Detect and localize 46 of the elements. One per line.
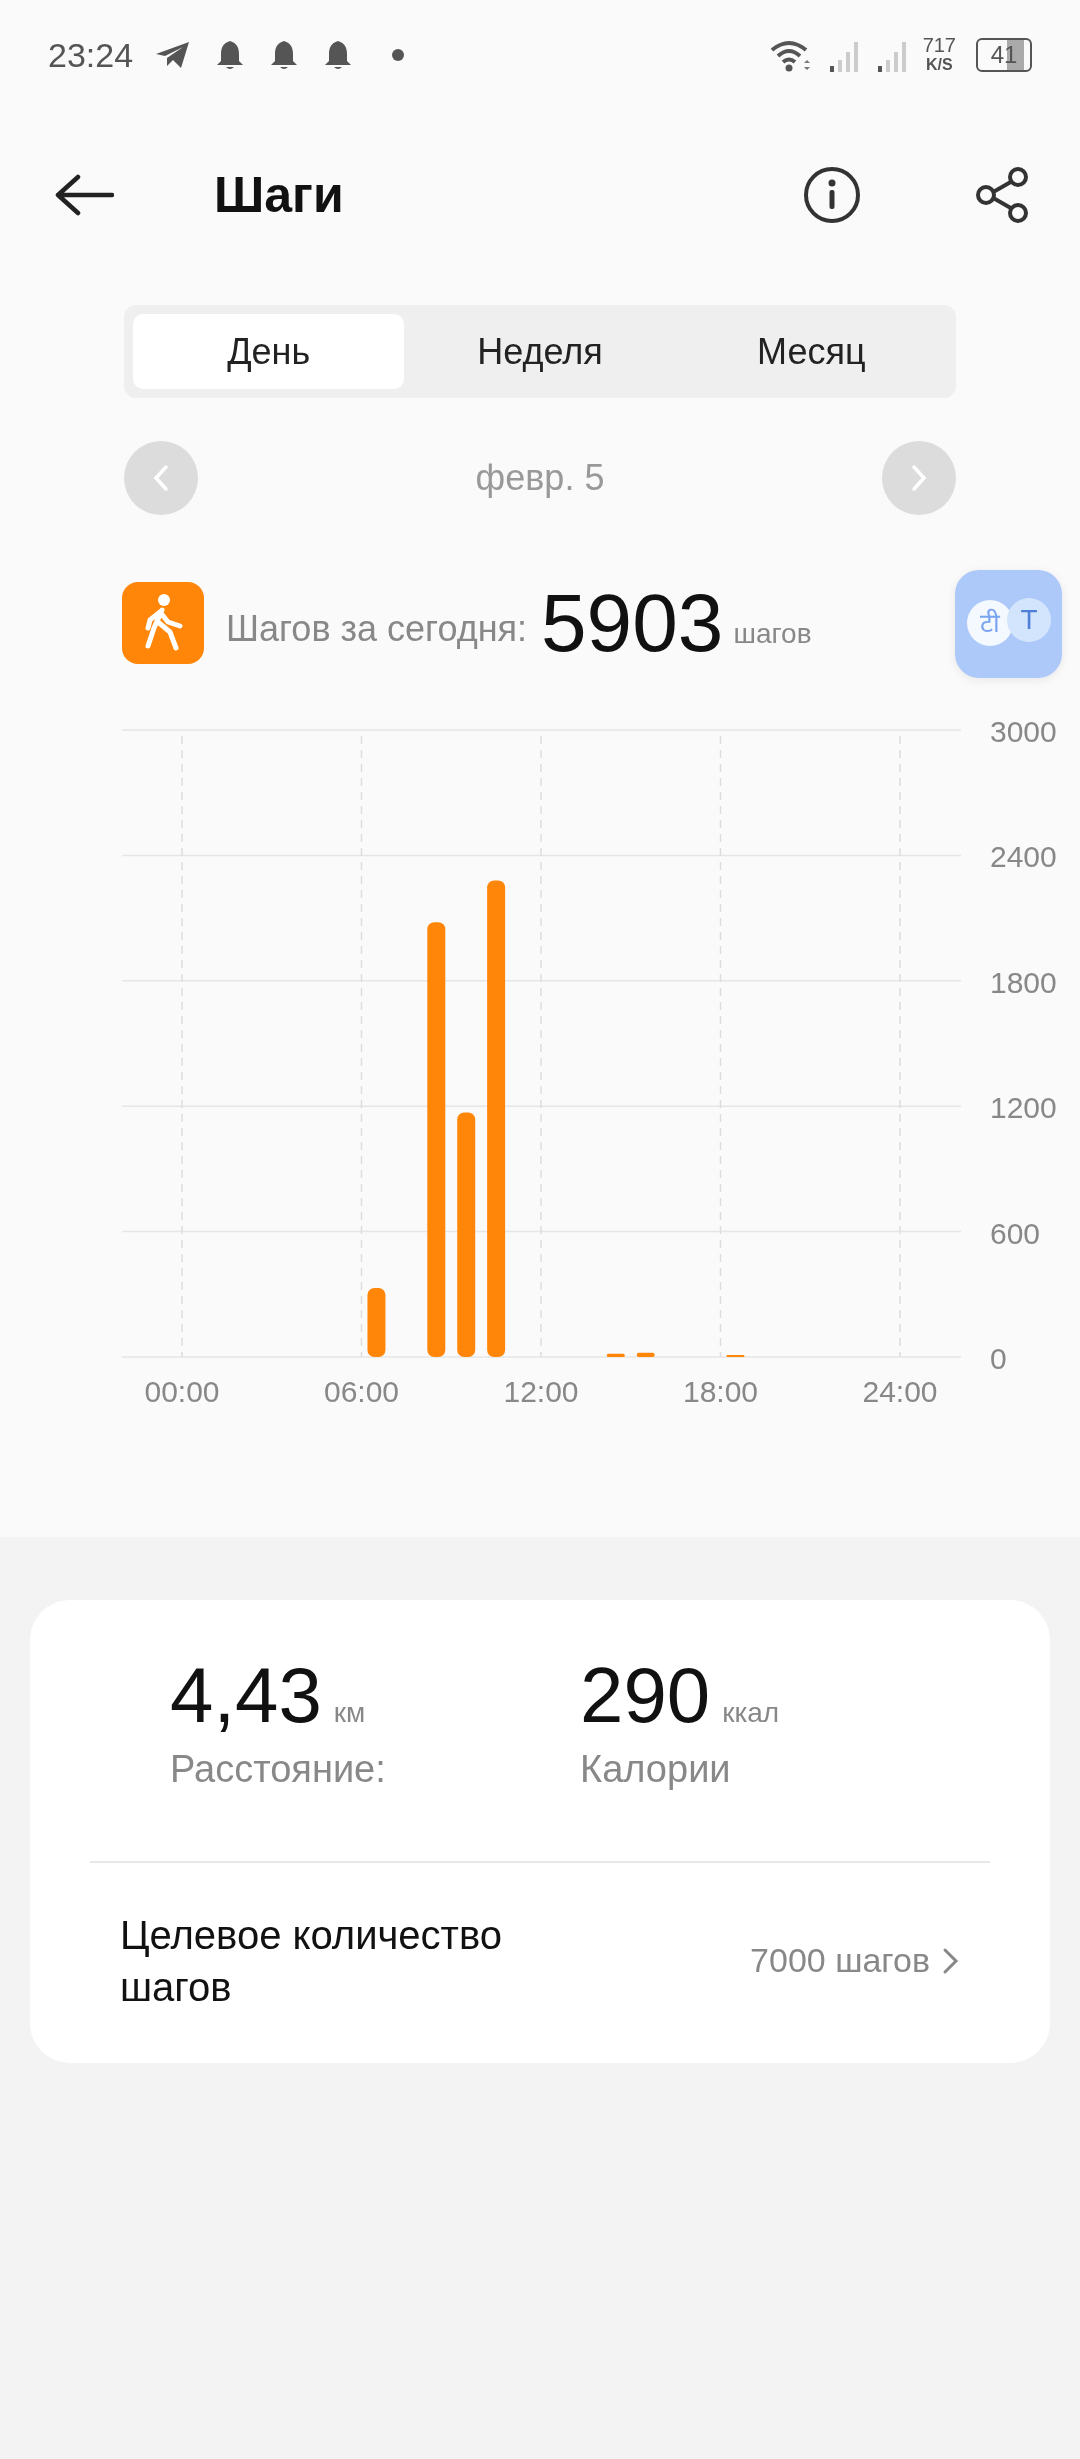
- y-axis-label: 0: [990, 1342, 1007, 1375]
- selected-date: февр. 5: [475, 457, 605, 499]
- y-axis-label: 3000: [990, 715, 1057, 748]
- steps-unit: шагов: [733, 618, 812, 650]
- status-time: 23:24: [48, 35, 134, 75]
- step-goal-row[interactable]: Целевое количество шагов 7000 шагов: [90, 1908, 990, 2013]
- stat-label: Расстояние:: [170, 1748, 387, 1791]
- steps-count: 5903: [541, 576, 724, 670]
- network-speed-unit: K/S: [925, 55, 953, 75]
- page-title: Шаги: [214, 166, 345, 224]
- battery-indicator: 41: [976, 38, 1032, 72]
- period-tab[interactable]: День: [133, 314, 405, 389]
- paper-plane-icon: [155, 40, 192, 70]
- stat-value: 290: [580, 1656, 711, 1734]
- step-goal-value: 7000 шагов: [749, 1941, 930, 1980]
- period-tab[interactable]: Месяц: [675, 314, 947, 389]
- y-axis-label: 1200: [990, 1091, 1057, 1125]
- x-axis-label: 00:00: [144, 1375, 220, 1408]
- y-axis-label: 600: [990, 1216, 1041, 1250]
- step-goal-label: Целевое количество шагов: [120, 1911, 503, 2011]
- chart-bar: [606, 1353, 625, 1357]
- period-tab[interactable]: Неделя: [404, 314, 676, 389]
- wifi-icon: [768, 38, 813, 72]
- stat-label: Калории: [580, 1748, 732, 1791]
- x-axis-label: 24:00: [862, 1375, 938, 1408]
- dot-icon: [391, 48, 406, 62]
- network-speed: 717: [922, 35, 956, 55]
- steps-today-label: Шагов за сегодня:: [226, 608, 527, 650]
- bell-icon: [215, 39, 246, 71]
- stat-value: 4,43: [170, 1656, 322, 1734]
- back-arrow-icon[interactable]: [54, 173, 114, 217]
- bell-icon: [323, 39, 354, 71]
- chevron-left-icon: [151, 463, 171, 493]
- x-axis-label: 12:00: [503, 1375, 579, 1408]
- x-axis-label: 18:00: [682, 1375, 759, 1408]
- x-axis-label: 06:00: [323, 1375, 400, 1408]
- chart-bar: [367, 1288, 386, 1357]
- bell-icon: [269, 39, 300, 71]
- chevron-right-icon: [909, 463, 929, 493]
- walking-person-icon: [122, 582, 204, 664]
- info-icon[interactable]: [802, 165, 862, 225]
- stat-unit: км: [333, 1697, 366, 1729]
- y-axis-label: 1800: [990, 965, 1057, 999]
- stat-unit: ккал: [722, 1697, 780, 1729]
- y-axis-label: 2400: [990, 840, 1057, 874]
- chart-bar: [636, 1352, 655, 1357]
